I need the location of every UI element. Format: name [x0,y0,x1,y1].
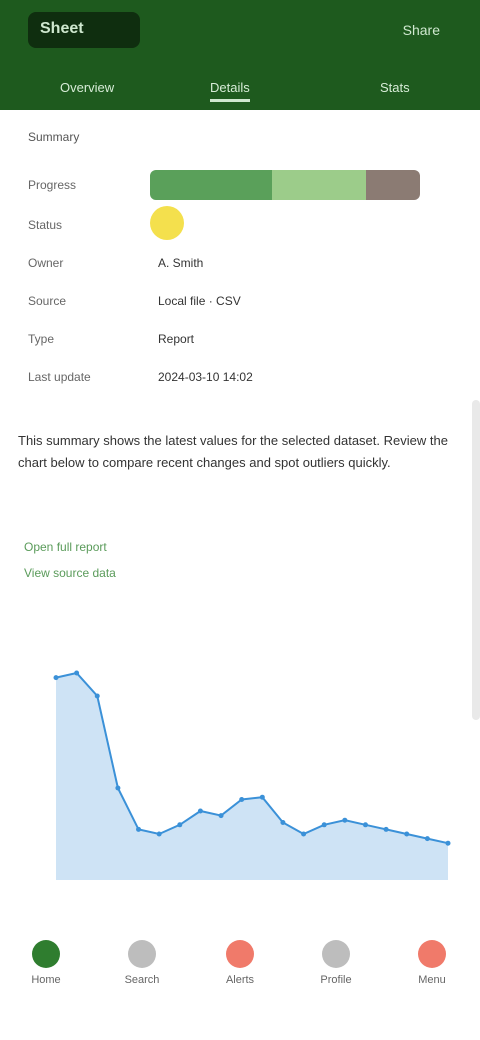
nav-label: Home [31,974,61,986]
data-point [94,693,100,699]
app-bar: Sheet Share Overview Details Stats [0,0,480,110]
data-point [301,831,307,837]
summary-label: Source [28,294,67,308]
share-button[interactable]: Share [403,22,440,38]
data-point [321,822,327,828]
tab-overview[interactable]: Overview [60,80,114,95]
nav-label: Search [124,974,160,986]
tab-stats[interactable]: Stats [380,80,410,95]
data-point [239,797,245,802]
nav-home[interactable]: Home [16,940,76,1000]
search-icon [128,940,156,968]
data-point [53,675,59,681]
summary-label: Status [28,218,63,232]
data-point [197,808,203,814]
menu-icon [418,940,446,968]
nav-label: Menu [418,974,446,986]
summary-row-status: Status [18,210,462,238]
data-point [259,794,265,800]
data-point [136,826,142,832]
summary-label: Last update [28,370,91,384]
home-icon [32,940,60,968]
data-point [404,831,410,837]
description-text: This summary shows the latest values for… [18,433,448,470]
summary-row-updated: Last update 2024-03-10 14:02 [18,362,462,390]
user-icon [322,940,350,968]
summary-value: Report [158,332,195,346]
summary-value: Local file · CSV [158,294,241,308]
data-point [424,836,430,842]
data-point [218,813,224,819]
nav-profile[interactable]: Profile [306,940,366,1000]
bottom-nav: Home Search Alerts Profile Menu [0,930,480,1010]
trend-chart [53,670,451,880]
summary-row-type: Type Report [18,324,462,352]
scrollbar[interactable] [472,400,480,720]
summary-title: Summary [28,130,80,144]
data-point [342,817,348,823]
data-point [383,826,389,832]
status-indicator [150,206,184,240]
summary-row-owner: Owner A. Smith [18,248,462,276]
progress-stack [150,170,420,200]
data-point [445,840,451,846]
summary-label: Type [28,332,55,346]
tab-bar: Overview Details Stats [0,74,480,110]
data-point [177,822,183,828]
data-point [280,820,286,825]
nav-menu[interactable]: Menu [402,940,462,1000]
app-title: Sheet [40,20,84,37]
nav-alerts[interactable]: Alerts [210,940,270,1000]
nav-label: Profile [320,974,352,986]
nav-search[interactable]: Search [112,940,172,1000]
progress-segment-done [150,170,272,200]
summary-label: Owner [28,256,64,270]
data-point [362,822,368,828]
data-point [74,670,80,676]
data-point [156,831,162,837]
summary-label: Progress [28,178,77,192]
nav-label: Alerts [225,974,255,986]
tab-details[interactable]: Details [210,80,250,102]
view-source-link[interactable]: View source data [24,566,116,580]
progress-segment-in-progress [271,170,366,200]
summary-panel: Summary Progress Status Owner A. Smith S… [18,120,462,390]
bell-icon [226,940,254,968]
progress-segment-blocked [366,170,420,200]
open-report-link[interactable]: Open full report [24,540,107,554]
summary-row-source: Source Local file · CSV [18,286,462,314]
data-point [115,785,121,791]
summary-value: A. Smith [158,256,204,270]
summary-value: 2024-03-10 14:02 [158,370,253,384]
